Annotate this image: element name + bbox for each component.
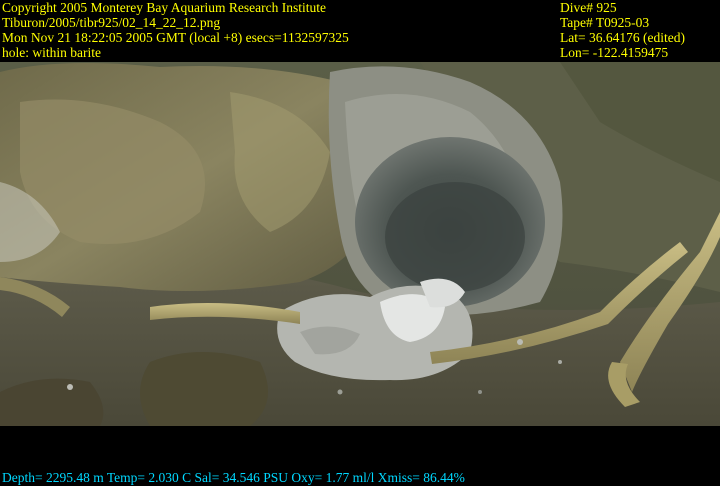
- timestamp-line: Mon Nov 21 18:22:05 2005 GMT (local +8) …: [2, 30, 349, 45]
- copyright-line: Copyright 2005 Monterey Bay Aquarium Res…: [2, 0, 326, 15]
- longitude: Lon= -122.4159475: [560, 45, 669, 60]
- seafloor-illustration: [0, 62, 720, 426]
- dive-number: Dive# 925: [560, 0, 617, 15]
- video-frame: Copyright 2005 Monterey Bay Aquarium Res…: [0, 0, 720, 486]
- image-path-line: Tiburon/2005/tibr925/02_14_22_12.png: [2, 15, 221, 30]
- tape-number: Tape# T0925-03: [560, 15, 650, 30]
- annotation-line: hole: within barite: [2, 45, 101, 60]
- seafloor-scene: [0, 62, 720, 426]
- telemetry-line: Depth= 2295.48 m Temp= 2.030 C Sal= 34.5…: [2, 470, 465, 485]
- latitude: Lat= 36.64176 (edited): [560, 30, 685, 45]
